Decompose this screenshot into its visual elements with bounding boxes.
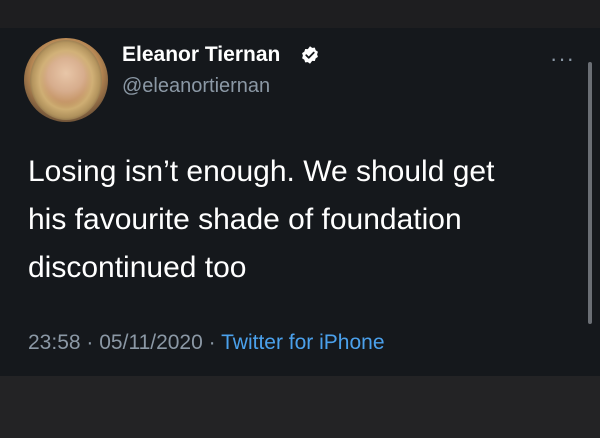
tweet-source-link[interactable]: Twitter for iPhone — [221, 331, 384, 354]
verified-badge-icon — [302, 46, 318, 64]
tweet-card: Eleanor Tiernan @eleanortiernan ··· Losi… — [0, 28, 600, 376]
tweet-text: Losing isn’t enough. We should get his f… — [28, 148, 568, 292]
author-name[interactable]: Eleanor Tiernan — [122, 43, 280, 67]
more-options-icon[interactable]: ··· — [550, 46, 575, 72]
tweet-time[interactable]: 23:58 — [28, 331, 81, 354]
tweet-date[interactable]: 05/11/2020 — [99, 331, 203, 354]
author-handle[interactable]: @eleanortiernan — [122, 75, 270, 98]
tweet-text-line: his favourite shade of foundation — [28, 203, 462, 236]
meta-separator: · — [208, 331, 216, 354]
tweet-meta: 23:58 · 05/11/2020 · Twitter for iPhone — [28, 331, 385, 355]
tweet-text-line: discontinued too — [28, 251, 247, 284]
avatar[interactable] — [24, 38, 108, 122]
avatar-hair-shading — [30, 40, 102, 120]
tweet-text-line: Losing isn’t enough. We should get — [28, 155, 495, 188]
meta-separator: · — [86, 331, 94, 354]
bottom-bar — [0, 376, 600, 438]
scrollbar[interactable] — [588, 62, 592, 324]
top-bar — [0, 0, 600, 28]
